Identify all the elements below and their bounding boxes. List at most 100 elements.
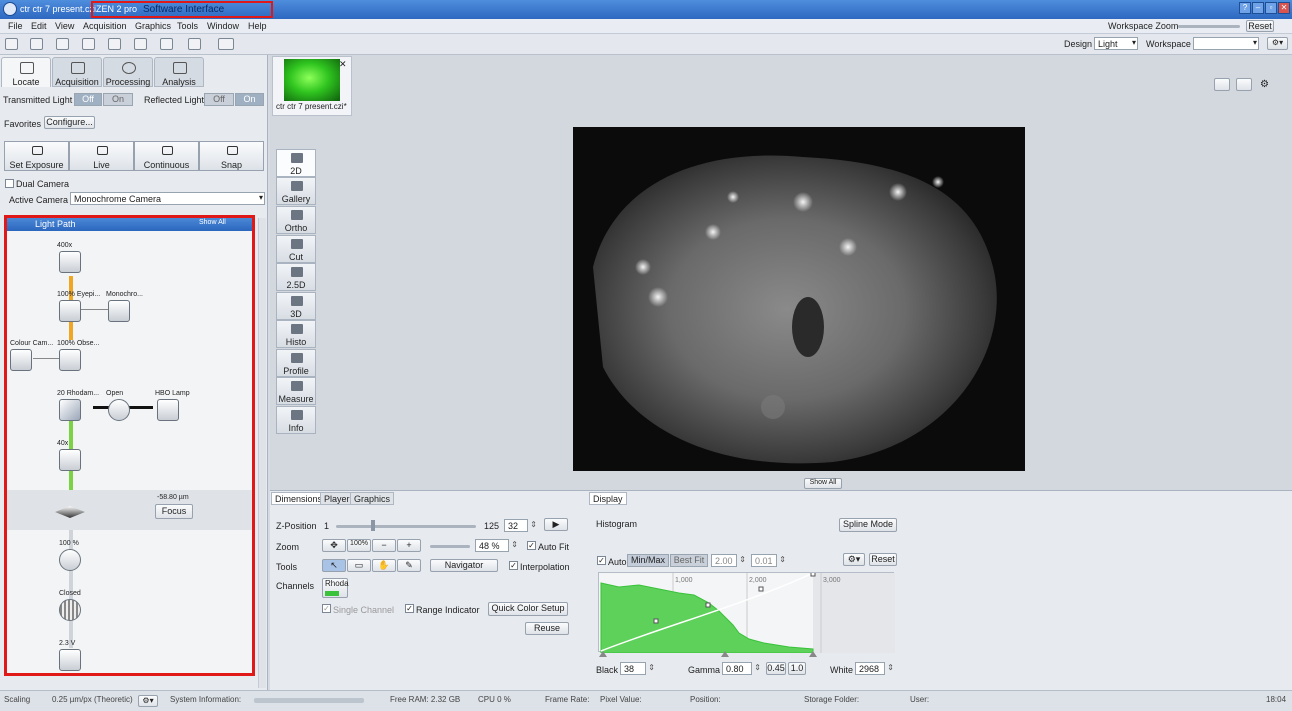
view-tab-cut[interactable]: Cut	[276, 235, 316, 263]
shutter-icon[interactable]	[108, 399, 130, 421]
grid-layout-icon[interactable]	[1214, 78, 1230, 91]
open-icon[interactable]	[30, 38, 43, 50]
mono-camera-icon[interactable]	[108, 300, 130, 322]
play-button[interactable]: ▶	[544, 518, 568, 531]
menu-view[interactable]: View	[55, 21, 74, 31]
histogram-chart[interactable]: 1,000 2,000 3,000	[598, 571, 895, 654]
configure-button[interactable]: Configure...	[44, 116, 95, 129]
gamma-10-button[interactable]: 1.0	[788, 662, 806, 675]
observer-splitter-icon[interactable]	[59, 349, 81, 371]
show-all-link[interactable]: Show All	[199, 219, 226, 226]
zoom-100-button[interactable]: 100%	[347, 539, 371, 552]
auto-fit-checkbox[interactable]: ✓	[527, 541, 536, 550]
best-fit-toggle[interactable]: Best Fit	[670, 554, 708, 567]
continuous-button[interactable]: Continuous	[134, 141, 199, 171]
tab-dimensions[interactable]: Dimensions	[271, 492, 327, 505]
view-tab-25d[interactable]: 2.5D	[276, 263, 316, 291]
menu-help[interactable]: Help	[248, 21, 267, 31]
black-value-input[interactable]: 38	[620, 662, 655, 675]
view-tab-profile[interactable]: Profile	[276, 349, 316, 377]
pointer-tool-icon[interactable]: ↖	[322, 559, 346, 572]
diaphragm-icon[interactable]	[59, 549, 81, 571]
aperture-icon[interactable]	[59, 599, 81, 621]
view-tab-3d[interactable]: 3D	[276, 292, 316, 320]
live-button[interactable]: Live	[69, 141, 134, 171]
z-value-input[interactable]: 32	[504, 519, 537, 532]
focus-button[interactable]: Focus	[155, 504, 193, 519]
close-doc-icon[interactable]	[108, 38, 121, 50]
minus-icon[interactable]	[188, 38, 201, 50]
eyepiece-icon[interactable]	[59, 251, 81, 273]
best-fit-value-1[interactable]: 2.00	[711, 554, 746, 567]
gamma-045-button[interactable]: 0.45	[766, 662, 786, 675]
tab-analysis[interactable]: Analysis	[154, 57, 204, 87]
halogen-lamp-icon[interactable]	[59, 649, 81, 671]
tab-locate[interactable]: Locate	[1, 57, 51, 87]
save-icon[interactable]	[56, 38, 69, 50]
view-tab-measure[interactable]: Measure	[276, 377, 316, 405]
gamma-marker[interactable]	[721, 651, 729, 657]
design-select[interactable]: Light	[1094, 37, 1138, 50]
workspace-zoom-slider[interactable]	[1178, 25, 1240, 28]
menu-acquisition[interactable]: Acquisition	[83, 21, 127, 31]
min-max-toggle[interactable]: Min/Max	[627, 554, 669, 567]
workspace-select[interactable]	[1193, 37, 1259, 50]
reflected-on-toggle[interactable]: On	[235, 93, 264, 106]
light-path-header[interactable]: Light Path Show All	[7, 218, 252, 231]
menu-tools[interactable]: Tools	[177, 21, 198, 31]
status-gear-icon[interactable]: ⚙▾	[138, 695, 158, 707]
tab-processing[interactable]: Processing	[103, 57, 153, 87]
snap-button[interactable]: Snap	[199, 141, 264, 171]
tab-display[interactable]: Display	[589, 492, 627, 505]
view-tab-2d[interactable]: 2D	[276, 149, 316, 177]
pan-hand-icon[interactable]: ✋	[372, 559, 396, 572]
interpolation-checkbox[interactable]: ✓	[509, 561, 518, 570]
menu-window[interactable]: Window	[207, 21, 239, 31]
spline-mode-button[interactable]: Spline Mode	[839, 518, 897, 532]
tab-player[interactable]: Player	[320, 492, 354, 505]
zoom-in-icon[interactable]: +	[397, 539, 421, 552]
split-layout-icon[interactable]	[1236, 78, 1252, 91]
channel-rhoda-button[interactable]: Rhoda	[322, 578, 349, 598]
zoom-out-icon[interactable]: −	[372, 539, 396, 552]
close-tab-icon[interactable]: ✕	[339, 59, 347, 70]
auto-checkbox[interactable]: ✓	[597, 556, 606, 565]
view-settings-gear-icon[interactable]: ⚙	[1260, 79, 1269, 90]
microscopy-image[interactable]	[573, 127, 1025, 471]
set-exposure-button[interactable]: Set Exposure	[4, 141, 69, 171]
settings-gear-icon[interactable]: ⚙▾	[1267, 37, 1288, 50]
menu-file[interactable]: File	[8, 21, 23, 31]
image-icon[interactable]	[218, 38, 234, 50]
white-value-input[interactable]: 2968	[855, 662, 894, 675]
dual-camera-checkbox[interactable]	[5, 179, 14, 188]
menu-edit[interactable]: Edit	[31, 21, 47, 31]
left-panel-scrollbar[interactable]	[258, 218, 266, 688]
view-tab-gallery[interactable]: Gallery	[276, 177, 316, 205]
maximize-button[interactable]: ▫	[1265, 2, 1277, 14]
menu-graphics[interactable]: Graphics	[135, 21, 171, 31]
navigator-button[interactable]: Navigator	[430, 559, 498, 572]
colour-camera-icon[interactable]	[10, 349, 32, 371]
transmitted-on-toggle[interactable]: On	[103, 93, 133, 106]
quick-color-setup-button[interactable]: Quick Color Setup	[488, 602, 568, 616]
z-position-slider[interactable]	[336, 525, 476, 528]
document-thumbnail[interactable]	[284, 59, 340, 101]
tab-acquisition[interactable]: Acquisition	[52, 57, 102, 87]
show-all-center-button[interactable]: Show All	[804, 478, 842, 489]
filter-cube-icon[interactable]	[59, 399, 81, 421]
close-button[interactable]: ✕	[1278, 2, 1290, 14]
curve-handle[interactable]	[810, 571, 816, 577]
z-slider-thumb[interactable]	[371, 520, 375, 531]
best-fit-value-2[interactable]: 0.01	[751, 554, 786, 567]
white-point-marker[interactable]	[809, 651, 817, 657]
objective-icon[interactable]	[59, 449, 81, 471]
curve-handle[interactable]	[705, 602, 711, 608]
curve-handle[interactable]	[653, 618, 659, 624]
view-tab-ortho[interactable]: Ortho	[276, 206, 316, 234]
minimize-button[interactable]: –	[1252, 2, 1264, 14]
zoom-slider[interactable]	[430, 545, 470, 548]
active-camera-select[interactable]: Monochrome Camera	[70, 192, 265, 205]
black-point-marker[interactable]	[599, 651, 607, 657]
display-reset-button[interactable]: Reset	[869, 553, 897, 566]
reuse-button[interactable]: Reuse	[525, 622, 569, 635]
